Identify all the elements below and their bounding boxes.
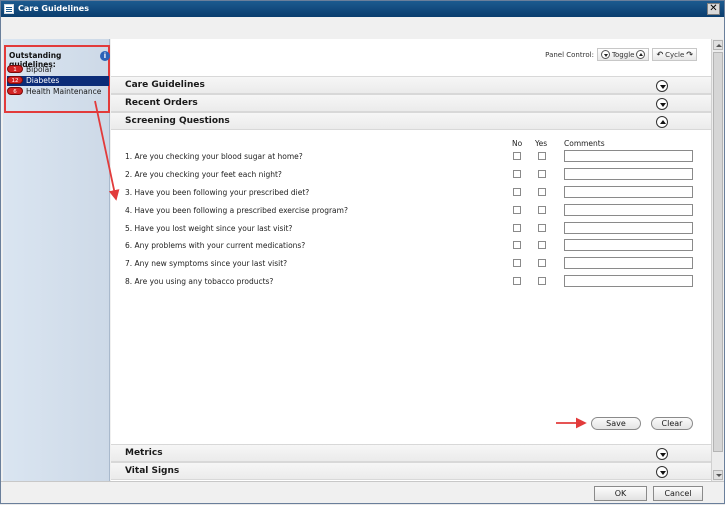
column-header-comments: Comments — [564, 139, 605, 148]
question-text: 2. Are you checking your feet each night… — [125, 170, 282, 179]
guideline-count-badge: 6 — [7, 87, 23, 95]
comment-field[interactable] — [564, 168, 693, 180]
section-title: Vital Signs — [125, 466, 180, 476]
expand-icon[interactable] — [656, 448, 668, 460]
column-header-no: No — [512, 139, 523, 148]
chevron-down-icon — [600, 50, 610, 59]
section-title: Care Guidelines — [125, 80, 205, 90]
no-checkbox[interactable] — [513, 259, 521, 267]
expand-icon[interactable] — [656, 80, 668, 92]
no-checkbox[interactable] — [513, 206, 521, 214]
info-icon[interactable]: i — [100, 51, 110, 61]
yes-checkbox[interactable] — [538, 206, 546, 214]
question-text: 4. Have you been following a prescribed … — [125, 206, 348, 215]
save-button[interactable]: Save — [591, 417, 641, 430]
vertical-scrollbar[interactable] — [711, 39, 723, 481]
no-checkbox[interactable] — [513, 170, 521, 178]
guideline-count-badge: 1 — [7, 65, 23, 73]
cycle-forward-icon: ↷ — [686, 50, 693, 59]
no-checkbox[interactable] — [513, 188, 521, 196]
no-checkbox[interactable] — [513, 224, 521, 232]
care-guidelines-window: Care Guidelines ✕ Outstanding guidelines… — [0, 0, 725, 504]
outstanding-guidelines-box: Outstanding guidelines: i 1 Bipolar 12 Dia… — [4, 45, 110, 113]
cycle-button[interactable]: ↶ Cycle ↷ — [652, 48, 697, 61]
scroll-thumb[interactable] — [713, 52, 723, 452]
question-row: 1. Are you checking your blood sugar at … — [125, 150, 695, 164]
section-screening-questions[interactable]: Screening Questions — [111, 112, 711, 130]
guideline-count-badge: 12 — [7, 76, 23, 84]
question-row: 7. Any new symptoms since your last visi… — [125, 257, 695, 271]
comment-field[interactable] — [564, 222, 693, 234]
yes-checkbox[interactable] — [538, 170, 546, 178]
guideline-label: Health Maintenance — [26, 87, 102, 96]
guideline-item-health-maintenance[interactable]: 6 Health Maintenance — [7, 87, 109, 97]
comment-field[interactable] — [564, 204, 693, 216]
expand-icon[interactable] — [656, 98, 668, 110]
yes-checkbox[interactable] — [538, 259, 546, 267]
ok-button[interactable]: OK — [594, 486, 647, 501]
toggle-button[interactable]: Toggle — [596, 48, 650, 61]
section-title: Screening Questions — [125, 116, 230, 126]
question-text: 5. Have you lost weight since your last … — [125, 224, 293, 233]
section-recent-orders[interactable]: Recent Orders — [111, 94, 711, 112]
main-content: Panel Control: Toggle ↶ Cycle ↷ Care Gui… — [111, 39, 711, 481]
clear-button[interactable]: Clear — [651, 417, 693, 430]
guideline-item-bipolar[interactable]: 1 Bipolar — [7, 65, 109, 75]
yes-checkbox[interactable] — [538, 241, 546, 249]
window-app-icon — [4, 4, 14, 14]
cycle-back-icon: ↶ — [656, 50, 664, 59]
section-vital-signs[interactable]: Vital Signs — [111, 462, 711, 480]
comment-field[interactable] — [564, 257, 693, 269]
window-title: Care Guidelines — [18, 4, 89, 13]
comment-field[interactable] — [564, 275, 693, 287]
question-text: 7. Any new symptoms since your last visi… — [125, 259, 288, 268]
comment-field[interactable] — [564, 239, 693, 251]
question-row: 6. Any problems with your current medica… — [125, 239, 695, 253]
question-row: 5. Have you lost weight since your last … — [125, 222, 695, 236]
panel-control: Panel Control: Toggle ↶ Cycle ↷ — [545, 48, 697, 61]
no-checkbox[interactable] — [513, 241, 521, 249]
comment-field[interactable] — [564, 186, 693, 198]
cycle-label: Cycle — [665, 50, 685, 59]
guideline-label: Diabetes — [26, 76, 60, 85]
guideline-item-diabetes[interactable]: 12 Diabetes — [7, 76, 109, 86]
no-checkbox[interactable] — [513, 277, 521, 285]
column-header-yes: Yes — [535, 139, 548, 148]
yes-checkbox[interactable] — [538, 152, 546, 160]
cancel-button[interactable]: Cancel — [653, 486, 703, 501]
title-bar: Care Guidelines ✕ — [1, 1, 724, 17]
question-row: 3. Have you been following your prescrib… — [125, 186, 695, 200]
guideline-label: Bipolar — [26, 65, 53, 74]
question-text: 6. Any problems with your current medica… — [125, 241, 306, 250]
expand-icon[interactable] — [656, 466, 668, 478]
scroll-down-arrow-icon[interactable] — [713, 470, 723, 480]
yes-checkbox[interactable] — [538, 224, 546, 232]
section-care-guidelines[interactable]: Care Guidelines — [111, 76, 711, 94]
section-title: Recent Orders — [125, 98, 198, 108]
toggle-label: Toggle — [611, 50, 635, 59]
collapse-icon[interactable] — [656, 116, 668, 128]
question-row: 8. Are you using any tobacco products? — [125, 275, 695, 289]
chevron-up-icon — [636, 50, 646, 59]
panel-control-label: Panel Control: — [545, 50, 594, 59]
question-row: 2. Are you checking your feet each night… — [125, 168, 695, 182]
no-checkbox[interactable] — [513, 152, 521, 160]
question-text: 3. Have you been following your prescrib… — [125, 188, 310, 197]
question-row: 4. Have you been following a prescribed … — [125, 204, 695, 218]
section-title: Metrics — [125, 448, 163, 458]
scroll-up-arrow-icon[interactable] — [713, 40, 723, 50]
comment-field[interactable] — [564, 150, 693, 162]
close-button[interactable]: ✕ — [707, 3, 720, 15]
question-text: 8. Are you using any tobacco products? — [125, 277, 274, 286]
dialog-footer: OK Cancel — [1, 481, 724, 503]
question-text: 1. Are you checking your blood sugar at … — [125, 152, 303, 161]
yes-checkbox[interactable] — [538, 277, 546, 285]
section-metrics[interactable]: Metrics — [111, 444, 711, 462]
yes-checkbox[interactable] — [538, 188, 546, 196]
